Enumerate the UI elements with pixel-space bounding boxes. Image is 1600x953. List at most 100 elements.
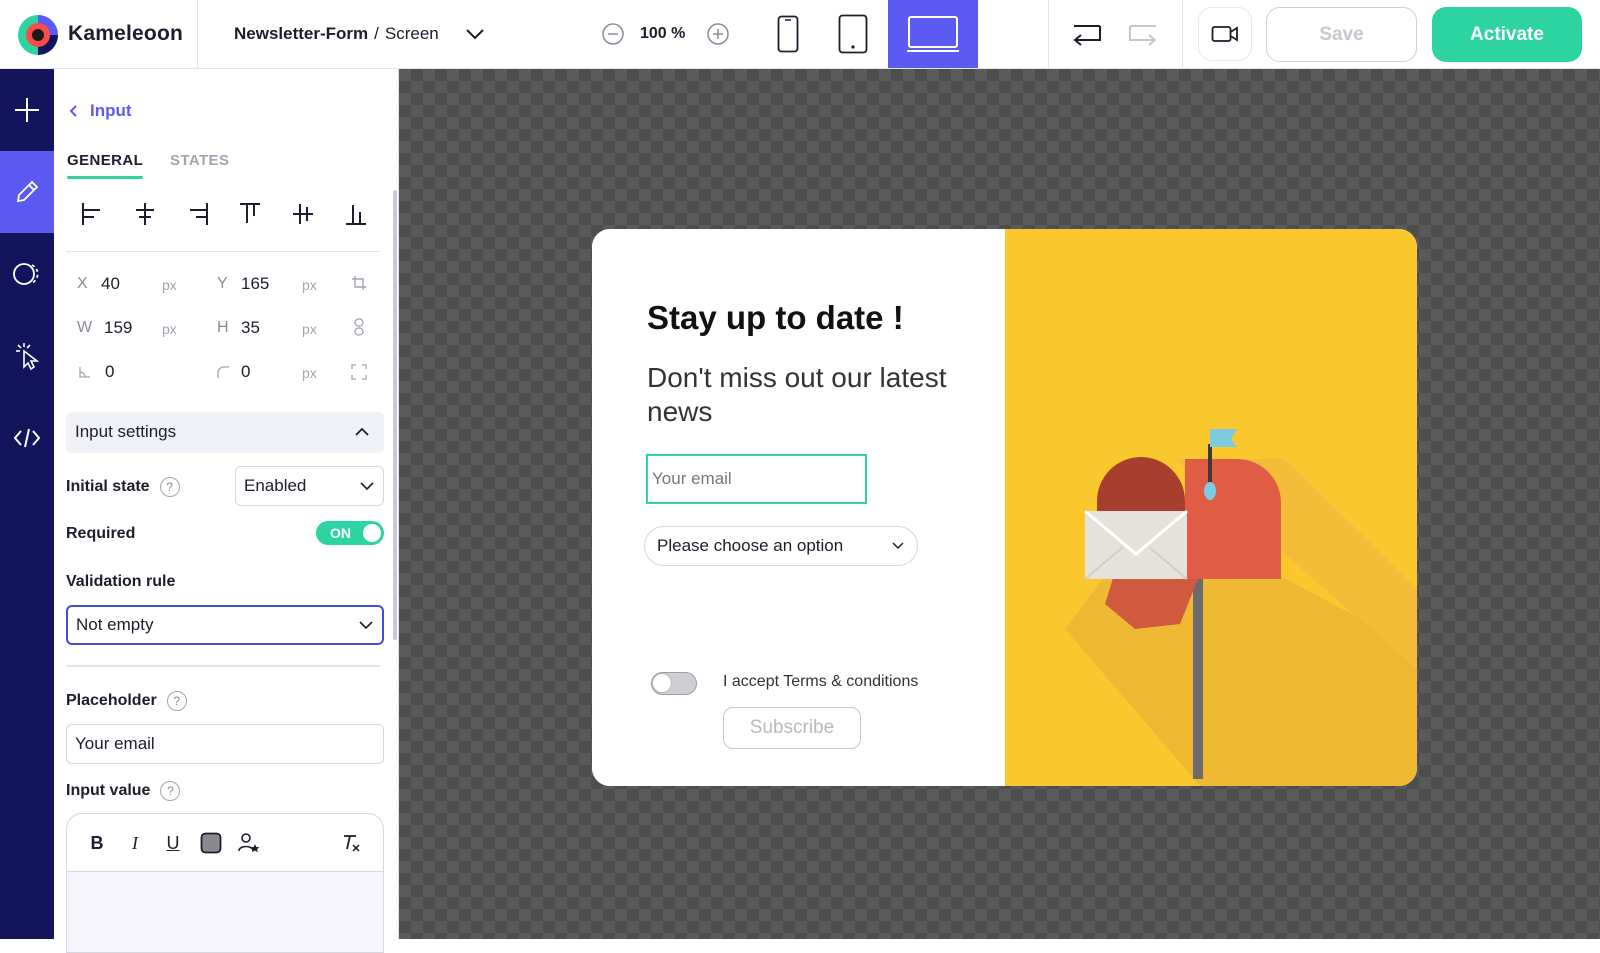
popup-email-input[interactable]: Your email <box>646 454 867 504</box>
y-unit: px <box>302 277 317 293</box>
pointer-click-icon <box>16 343 40 370</box>
device-desktop-button[interactable] <box>888 0 978 68</box>
zoom-out-icon[interactable] <box>601 22 625 46</box>
initial-state-select[interactable]: Enabled <box>235 466 384 506</box>
help-icon[interactable]: ? <box>166 691 187 711</box>
corner-radius-icon <box>216 365 230 384</box>
chevron-down-icon <box>359 621 373 630</box>
text-color-icon[interactable] <box>199 831 223 855</box>
rotation-input[interactable]: 0 <box>105 362 114 382</box>
underline-button[interactable]: U <box>161 831 185 855</box>
breadcrumb-view[interactable]: Screen <box>385 24 439 43</box>
video-camera-icon <box>1211 26 1238 42</box>
placeholder-label: Placeholder ? <box>66 691 187 711</box>
undo-icon[interactable] <box>1070 20 1104 48</box>
subscribe-button[interactable]: Subscribe <box>723 707 861 749</box>
align-center-horizontal-icon[interactable] <box>131 198 159 230</box>
placeholder-text: Placeholder <box>66 692 157 709</box>
rte-body[interactable] <box>67 872 383 952</box>
radius-unit: px <box>302 365 317 381</box>
rail-interactions-button[interactable] <box>0 315 54 397</box>
personalization-icon[interactable] <box>237 831 261 855</box>
rail-shapes-button[interactable] <box>0 233 54 315</box>
rail-code-button[interactable] <box>0 397 54 479</box>
rich-text-editor: B I U <box>66 813 384 953</box>
section-title: Input settings <box>75 422 177 441</box>
x-label: X <box>77 275 88 292</box>
tab-states[interactable]: STATES <box>170 152 229 169</box>
rte-toolbar: B I U <box>67 814 383 872</box>
back-to-input[interactable]: Input <box>68 101 132 121</box>
y-label: Y <box>217 275 228 292</box>
help-icon[interactable]: ? <box>159 477 180 497</box>
h-input[interactable]: 35 <box>241 318 260 338</box>
preview-video-button[interactable] <box>1198 7 1252 61</box>
align-middle-vertical-icon[interactable] <box>289 198 317 230</box>
popup-image-area[interactable] <box>1005 229 1417 786</box>
h-unit: px <box>302 321 317 337</box>
expand-corners-icon[interactable] <box>351 364 367 385</box>
align-top-icon[interactable] <box>236 198 264 230</box>
validation-rule-select[interactable]: Not empty <box>66 605 384 645</box>
top-bar: Kameleoon Newsletter-Form / Screen 100 % <box>0 0 1600 69</box>
panel-scrollbar[interactable] <box>393 190 397 640</box>
y-input[interactable]: 165 <box>241 274 269 294</box>
kameleoon-logo[interactable] <box>16 13 60 57</box>
mailbox-illustration <box>1065 429 1417 786</box>
rotation-icon <box>78 365 92 384</box>
w-input[interactable]: 159 <box>104 318 132 338</box>
code-icon <box>13 428 41 448</box>
clear-format-icon[interactable] <box>339 831 363 855</box>
validation-rule-text: Validation rule <box>66 573 176 590</box>
help-icon[interactable]: ? <box>160 781 181 801</box>
initial-state-value: Enabled <box>244 476 307 495</box>
input-settings-header[interactable]: Input settings <box>66 412 384 453</box>
back-label: Input <box>90 101 132 120</box>
crop-icon[interactable] <box>351 275 367 296</box>
align-bottom-icon[interactable] <box>342 198 370 230</box>
placeholder-input[interactable]: Your email <box>66 724 384 764</box>
toggle-knob <box>363 524 381 542</box>
breadcrumb-separator: / <box>374 24 379 43</box>
alignment-toolbar <box>68 198 380 230</box>
newsletter-popup[interactable]: Stay up to date ! Don't miss out our lat… <box>592 229 1417 786</box>
align-right-icon[interactable] <box>184 198 212 230</box>
toggle-state: ON <box>330 525 351 541</box>
x-input[interactable]: 40 <box>101 274 120 294</box>
device-mobile-button[interactable] <box>768 0 808 68</box>
italic-button[interactable]: I <box>123 831 147 855</box>
popup-select-value: Please choose an option <box>657 536 844 555</box>
popup-option-select[interactable]: Please choose an option <box>644 526 918 566</box>
device-tablet-button[interactable] <box>828 0 878 68</box>
rail-edit-button[interactable] <box>0 151 54 233</box>
rail-add-button[interactable] <box>0 69 54 151</box>
popup-title[interactable]: Stay up to date ! <box>647 299 904 337</box>
activate-button[interactable]: Activate <box>1432 7 1582 62</box>
divider <box>197 0 198 68</box>
align-left-icon[interactable] <box>78 198 106 230</box>
required-toggle[interactable]: ON <box>316 521 384 545</box>
validation-rule-value: Not empty <box>76 615 154 634</box>
redo-icon[interactable] <box>1126 20 1160 48</box>
link-ratio-icon[interactable] <box>353 318 365 341</box>
radius-input[interactable]: 0 <box>241 362 250 382</box>
bold-button[interactable]: B <box>85 831 109 855</box>
initial-state-label: Initial state ? <box>66 477 180 497</box>
zoom-in-icon[interactable] <box>706 22 730 46</box>
tablet-icon <box>838 14 868 54</box>
breadcrumb[interactable]: Newsletter-Form / Screen <box>234 24 439 44</box>
chevron-up-icon <box>355 427 369 436</box>
terms-label[interactable]: I accept Terms & conditions <box>723 673 918 691</box>
divider <box>66 665 380 667</box>
popup-form-area: Stay up to date ! Don't miss out our lat… <box>592 229 1005 786</box>
save-button[interactable]: Save <box>1266 7 1417 62</box>
chevron-down-icon[interactable] <box>464 24 486 44</box>
toggle-knob <box>653 674 671 692</box>
divider <box>66 251 380 252</box>
divider <box>1048 0 1049 68</box>
breadcrumb-project[interactable]: Newsletter-Form <box>234 24 368 43</box>
popup-subtitle[interactable]: Don't miss out our latest news <box>647 361 947 429</box>
zoom-level: 100 % <box>640 25 686 42</box>
terms-toggle[interactable] <box>651 672 697 695</box>
tab-general[interactable]: GENERAL <box>67 152 144 179</box>
